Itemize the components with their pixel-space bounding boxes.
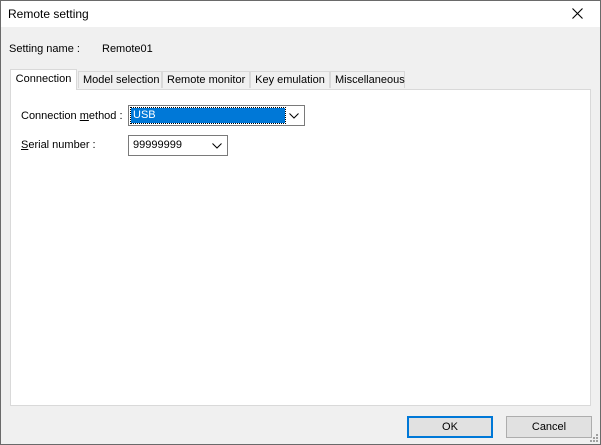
- chevron-down-icon: [212, 143, 222, 149]
- tab-key-emulation[interactable]: Key emulation: [250, 71, 330, 88]
- serial-number-select[interactable]: 99999999: [128, 135, 228, 156]
- ok-button[interactable]: OK: [407, 416, 493, 438]
- setting-name-value: Remote01: [102, 43, 153, 55]
- tab-remote-monitor[interactable]: Remote monitor: [162, 71, 250, 88]
- size-grip-icon[interactable]: [588, 432, 598, 442]
- connection-method-label: Connection method :: [21, 110, 123, 122]
- remote-setting-dialog: Remote setting Setting name : Remote01 C…: [0, 0, 601, 445]
- tab-model-selection[interactable]: Model selection: [78, 71, 162, 88]
- serial-number-label: Serial number :: [21, 139, 96, 151]
- cancel-button[interactable]: Cancel: [506, 416, 592, 438]
- close-icon: [572, 8, 583, 19]
- serial-number-value: 99999999: [133, 139, 182, 151]
- close-button[interactable]: [556, 1, 600, 27]
- connection-panel: Connection method : USB Serial number : …: [10, 89, 591, 406]
- title-bar: Remote setting: [1, 1, 600, 27]
- connection-method-value: USB: [130, 107, 286, 124]
- window-title: Remote setting: [8, 7, 89, 21]
- connection-method-select[interactable]: USB: [128, 105, 305, 126]
- setting-name-label: Setting name :: [9, 43, 80, 55]
- tab-miscellaneous[interactable]: Miscellaneous: [330, 71, 405, 88]
- tab-connection[interactable]: Connection: [10, 69, 77, 90]
- chevron-down-icon: [289, 113, 299, 119]
